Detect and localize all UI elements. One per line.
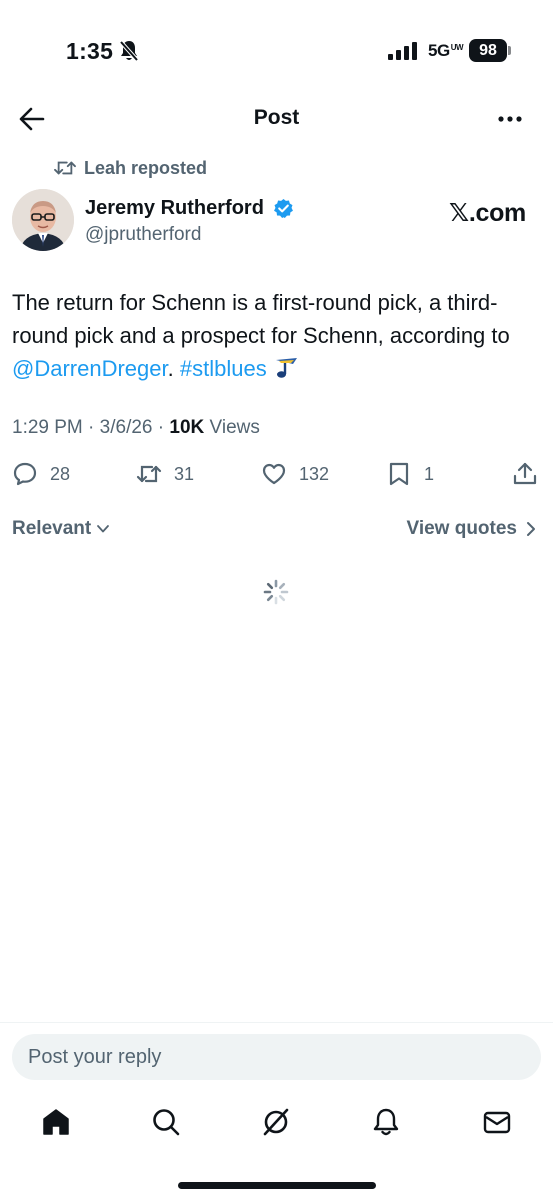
sort-label: Relevant bbox=[12, 518, 92, 539]
share-button[interactable] bbox=[512, 460, 550, 488]
meta-separator: · bbox=[82, 417, 100, 438]
blues-note-icon bbox=[275, 358, 297, 378]
back-arrow-icon[interactable] bbox=[18, 106, 46, 132]
share-icon bbox=[513, 462, 537, 485]
repost-button[interactable]: 31 bbox=[136, 460, 194, 488]
reply-icon bbox=[13, 462, 37, 486]
grok-icon[interactable] bbox=[260, 1106, 292, 1138]
post-time: 1:29 PM bbox=[12, 417, 83, 438]
sort-dropdown[interactable]: Relevant bbox=[12, 518, 110, 540]
author-handle[interactable]: @jprutherford bbox=[85, 224, 201, 246]
reply-count: 28 bbox=[50, 463, 71, 484]
verified-badge-icon bbox=[274, 198, 293, 218]
views-count: 10K bbox=[169, 417, 205, 438]
like-button[interactable]: 132 bbox=[261, 460, 329, 488]
reply-button[interactable]: 28 bbox=[12, 460, 70, 488]
x-com-link[interactable]: 𝕏.com bbox=[449, 198, 526, 228]
network-badge: UW bbox=[450, 43, 464, 52]
chevron-down-icon bbox=[97, 525, 110, 533]
bookmark-count: 1 bbox=[424, 463, 435, 484]
post-date: 3/6/26 bbox=[99, 417, 153, 438]
bookmark-button[interactable]: 1 bbox=[386, 460, 434, 488]
chevron-right-icon bbox=[527, 522, 535, 536]
mention-link[interactable]: @DarrenDreger bbox=[12, 356, 168, 381]
bookmark-icon bbox=[389, 462, 409, 486]
like-icon bbox=[262, 463, 286, 485]
divider bbox=[0, 1022, 553, 1023]
repost-label: Leah reposted bbox=[84, 157, 208, 178]
signal-icon bbox=[388, 42, 417, 60]
meta-separator: · bbox=[152, 417, 170, 438]
post-text-body: The return for Schenn is a first-round p… bbox=[12, 290, 510, 348]
home-indicator bbox=[178, 1182, 376, 1189]
post-text-mid: . bbox=[167, 356, 180, 381]
hashtag-link[interactable]: #stlblues bbox=[180, 356, 267, 381]
battery-indicator: 98 bbox=[469, 39, 507, 62]
status-time: 1:35 bbox=[66, 38, 114, 64]
battery-tip bbox=[508, 46, 511, 55]
repost-icon bbox=[136, 465, 162, 483]
repost-icon bbox=[54, 161, 76, 175]
post-text: The return for Schenn is a first-round p… bbox=[12, 286, 512, 385]
like-count: 132 bbox=[299, 463, 330, 484]
more-icon[interactable] bbox=[496, 108, 524, 130]
author-name[interactable]: Jeremy Rutherford bbox=[85, 197, 264, 220]
search-icon[interactable] bbox=[150, 1106, 182, 1138]
post-meta: 1:29 PM · 3/6/26 · 10K Views bbox=[12, 417, 260, 439]
avatar[interactable] bbox=[12, 189, 74, 251]
bell-slash-icon bbox=[119, 40, 139, 62]
view-quotes-label: View quotes bbox=[406, 518, 517, 539]
page-title: Post bbox=[253, 106, 300, 129]
avatar-image bbox=[12, 189, 74, 251]
loading-spinner-icon bbox=[263, 579, 289, 605]
views-label: Views bbox=[209, 417, 260, 438]
repost-context[interactable]: Leah reposted bbox=[54, 157, 207, 179]
messages-icon[interactable] bbox=[481, 1106, 513, 1138]
reply-input[interactable] bbox=[12, 1034, 541, 1080]
notifications-icon[interactable] bbox=[370, 1106, 402, 1138]
network-indicator: 5GUW bbox=[428, 41, 464, 60]
view-quotes-link[interactable]: View quotes bbox=[406, 518, 537, 540]
home-icon[interactable] bbox=[40, 1106, 72, 1138]
repost-count: 31 bbox=[174, 463, 195, 484]
